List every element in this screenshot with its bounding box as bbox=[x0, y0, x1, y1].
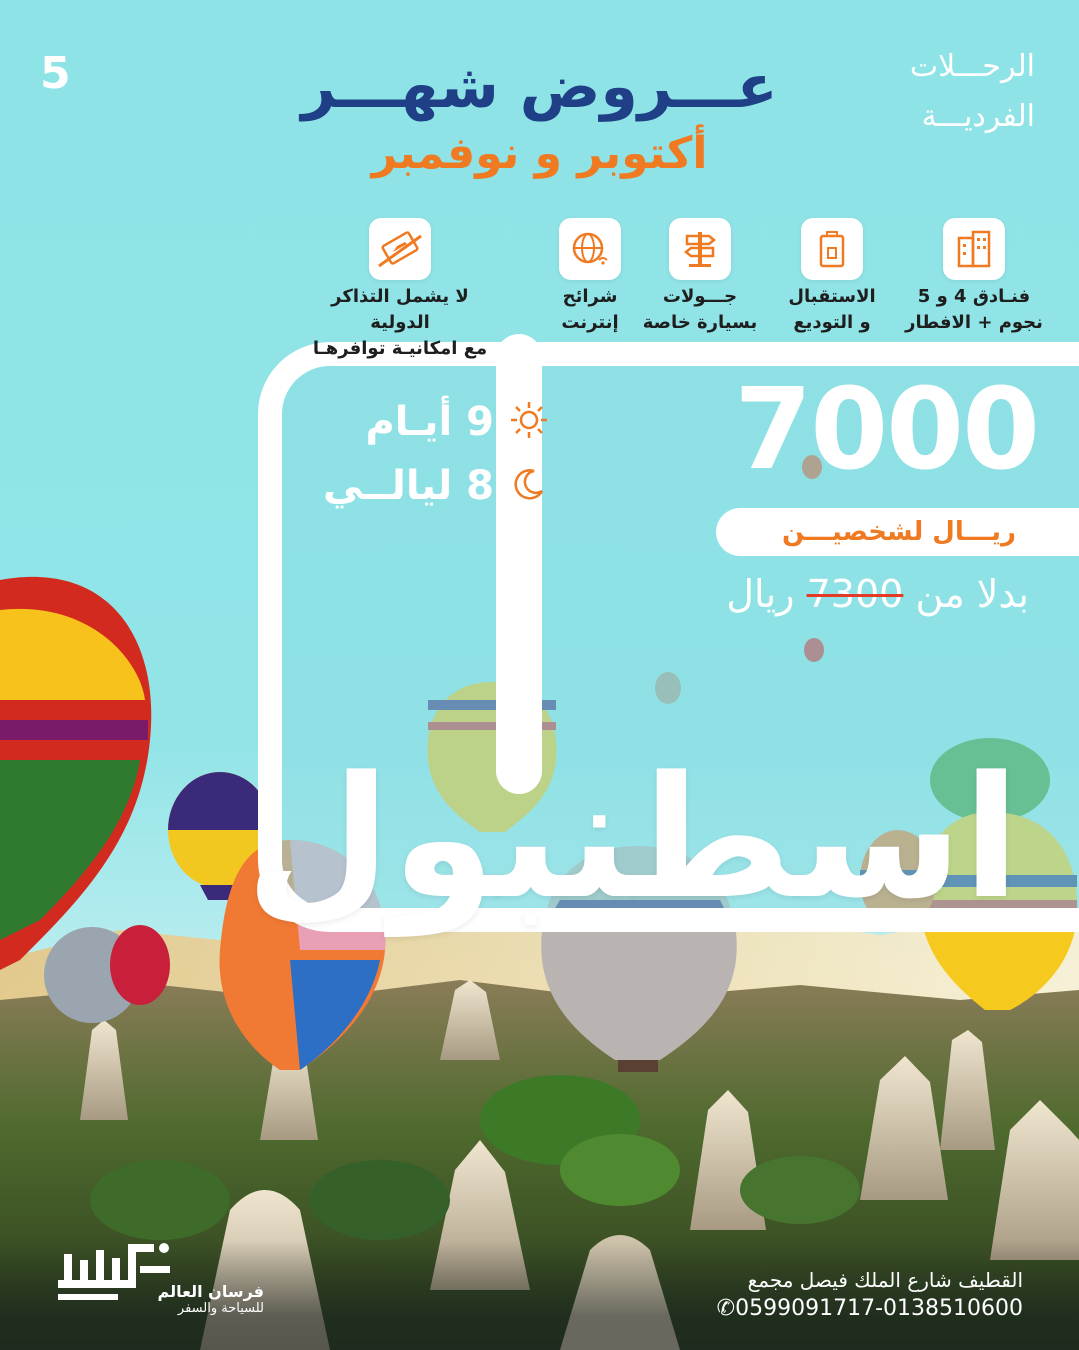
price-amount: 7000 bbox=[734, 365, 1040, 495]
feature-label: شرائح إنترنت bbox=[561, 286, 619, 333]
price-unit-pill: ريـــال لشخصيـــن bbox=[716, 508, 1079, 556]
sun-icon bbox=[508, 399, 550, 445]
brand-text: فرسان العالم للسياحة والسفر bbox=[134, 1282, 264, 1316]
old-price-suffix: ريال bbox=[726, 572, 795, 616]
feature-label: لا يشمل التذاكر الدولية مع امكانيـة توافر… bbox=[312, 286, 488, 359]
globe-wifi-icon bbox=[559, 218, 621, 280]
phone-numbers: ✆0599091717-0138510600 bbox=[716, 1296, 1023, 1321]
luggage-icon bbox=[801, 218, 863, 280]
days-row: 9 أيـام bbox=[320, 390, 550, 454]
feature-sim: شرائح إنترنت bbox=[490, 218, 690, 336]
destination-name: اسطنبول bbox=[245, 740, 1020, 936]
phone-icon: ✆ bbox=[716, 1296, 736, 1321]
address: القطيف شارع الملك فيصل مجمع bbox=[747, 1268, 1023, 1292]
hotel-building-icon bbox=[943, 218, 1005, 280]
no-plane-ticket-icon bbox=[369, 218, 431, 280]
old-price-prefix: بدلا من bbox=[915, 572, 1029, 616]
balloon-large-left bbox=[0, 576, 152, 970]
offer-poster: 5 الرحـــلات الفرديـــة عـــروض شهـــر أ… bbox=[0, 0, 1079, 1350]
trip-duration: 9 أيـام 8 ليالــي bbox=[320, 390, 550, 518]
old-price: بدلا من 7300 ريال bbox=[726, 572, 1029, 616]
days-value: 9 أيـام bbox=[365, 399, 494, 445]
price-unit: ريـــال لشخصيـــن bbox=[781, 517, 1016, 547]
nights-value: 8 ليالــي bbox=[323, 463, 494, 509]
offer-title: عـــروض شهـــر bbox=[301, 52, 778, 122]
moon-icon bbox=[508, 463, 550, 509]
offer-months: أكتوبر و نوفمبر bbox=[371, 128, 708, 179]
nights-row: 8 ليالــي bbox=[320, 454, 550, 518]
brand-name: فرسان العالم bbox=[157, 1282, 264, 1301]
brand-tagline: للسياحة والسفر bbox=[177, 1301, 264, 1316]
old-price-amount: 7300 bbox=[806, 572, 904, 616]
feature-no-tickets: لا يشمل التذاكر الدولية مع امكانيـة توافر… bbox=[300, 218, 500, 362]
